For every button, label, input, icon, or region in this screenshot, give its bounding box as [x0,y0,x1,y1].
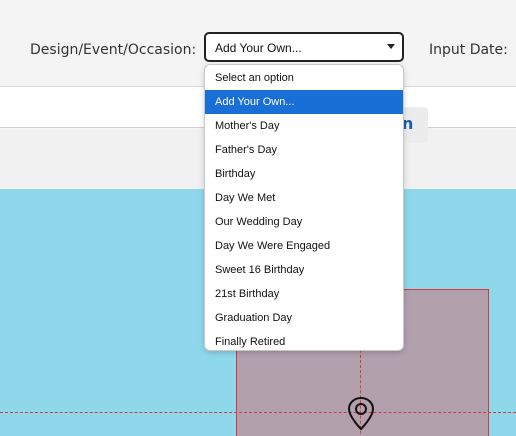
dropdown-option[interactable]: Day We Met [205,186,403,210]
dropdown-option[interactable]: Graduation Day [205,306,403,330]
dropdown-option[interactable]: Finally Retired [205,330,403,350]
dropdown-option[interactable]: Add Your Own... [205,90,403,114]
dropdown-option[interactable]: Mother's Day [205,114,403,138]
occasion-dropdown-list: Select an option Add Your Own... Mother's … [204,64,404,351]
occasion-select-value: Add Your Own... [215,41,302,55]
chevron-down-icon [387,44,395,49]
occasion-label: Design/Event/Occasion: [30,42,197,58]
input-date-label: Input Date: [429,42,508,58]
dropdown-option[interactable]: Sweet 16 Birthday [205,258,403,282]
dropdown-option[interactable]: Birthday [205,162,403,186]
dropdown-option[interactable]: Our Wedding Day [205,210,403,234]
dropdown-option[interactable]: Father's Day [205,138,403,162]
occasion-select[interactable]: Add Your Own... [204,32,404,62]
horizontal-guide-line [0,412,516,413]
dropdown-option[interactable]: 21st Birthday [205,282,403,306]
dropdown-option[interactable]: Select an option [205,66,403,90]
map-pin-icon[interactable] [346,396,376,432]
dropdown-option[interactable]: Day We Were Engaged [205,234,403,258]
